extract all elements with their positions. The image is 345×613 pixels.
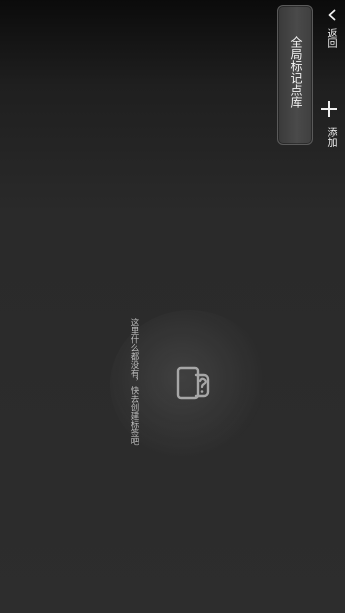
global-markers-library-tab[interactable]: 全局标记点库	[277, 5, 313, 145]
back-label: 返回	[325, 28, 336, 48]
app-screen: 返回 全局标记点库 添加 这里什么都没有，快去创建标签吧	[0, 0, 345, 613]
empty-state-message: 这里什么都没有，快去创建标签吧	[129, 318, 139, 446]
chevron-left-icon	[328, 9, 336, 21]
add-label[interactable]: 添加	[324, 127, 336, 147]
document-question-icon	[176, 366, 210, 400]
page-title: 全局标记点库	[289, 36, 303, 108]
plus-icon[interactable]	[321, 101, 337, 117]
back-button[interactable]: 返回	[323, 6, 341, 56]
